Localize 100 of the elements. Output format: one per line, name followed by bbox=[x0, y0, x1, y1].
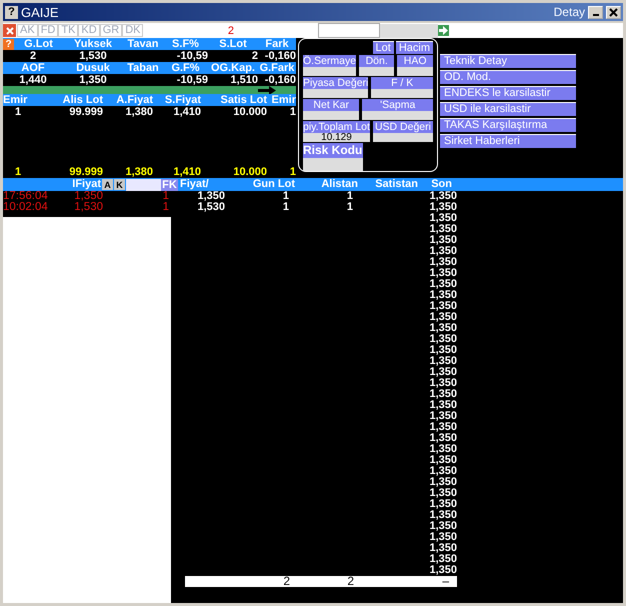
menu-item[interactable]: ENDEKS le karsilastir bbox=[440, 86, 576, 100]
help-icon[interactable]: ? bbox=[3, 39, 14, 50]
column-header: Alistan bbox=[320, 178, 358, 191]
menu-item[interactable]: Sirket Haberleri bbox=[440, 134, 576, 148]
total-cell: 1 bbox=[14, 166, 22, 178]
field-label: F / K bbox=[371, 77, 433, 89]
last-price-cell: 1,350 bbox=[429, 532, 457, 543]
time-cell-text: 17:56:04 bbox=[3, 191, 49, 202]
filter-button[interactable]: K bbox=[114, 179, 125, 190]
last-price-cell: 1,350 bbox=[429, 257, 457, 268]
input-field[interactable] bbox=[126, 178, 161, 190]
go-button[interactable] bbox=[438, 25, 450, 36]
last-price-cell: 1,350 bbox=[429, 268, 457, 279]
column-header: Fark bbox=[265, 38, 289, 50]
last-price-cell: 1,350 bbox=[429, 235, 457, 246]
field-label: HAO bbox=[397, 55, 433, 67]
total-cell: 1,380 bbox=[125, 166, 153, 178]
table-cell: 1,530 bbox=[197, 201, 225, 213]
toggle-button[interactable]: Hacim bbox=[396, 41, 433, 54]
column-header: Tavan bbox=[128, 38, 158, 50]
last-price-cell: 1,350 bbox=[429, 290, 457, 301]
last-price-cell: 1,350 bbox=[429, 543, 457, 554]
minimize-button[interactable] bbox=[588, 6, 603, 18]
close-button[interactable] bbox=[606, 6, 621, 18]
time-cell-text: 10:02:04 bbox=[3, 202, 49, 213]
column-header: S.F% bbox=[172, 38, 199, 50]
column-header: Taban bbox=[127, 62, 159, 74]
quote-value: 1,350 bbox=[79, 74, 107, 86]
column-header: G.Fark bbox=[260, 62, 294, 74]
last-price-cell: 1,350 bbox=[429, 554, 457, 565]
table-cell: 10.000 bbox=[233, 106, 267, 118]
field-label: Piyasa Değeri bbox=[303, 77, 368, 89]
last-price-cell: 1,350 bbox=[429, 246, 457, 257]
field-label: 'Sapma bbox=[362, 99, 433, 111]
total-cell: 99.999 bbox=[69, 166, 103, 178]
column-header: G.Lot bbox=[24, 38, 53, 50]
last-price-cell: 1,350 bbox=[429, 444, 457, 455]
last-price-cell: 1,350 bbox=[429, 367, 457, 378]
last-price-cell: 1,350 bbox=[429, 510, 457, 521]
total-cell-text: 2 bbox=[346, 576, 354, 587]
column-header: Yuksek bbox=[74, 38, 112, 50]
column-header: Emir bbox=[270, 94, 296, 106]
column-header: G.F% bbox=[171, 62, 200, 74]
lot-cell-text: 1 bbox=[162, 202, 169, 213]
field-label: Net Kar bbox=[303, 99, 360, 111]
last-price-cell: 1,350 bbox=[429, 202, 457, 213]
last-price-cell: 1,350 bbox=[429, 213, 457, 224]
help-icon[interactable]: ? bbox=[5, 6, 18, 18]
menu-item[interactable]: TAKAS Karşılaştırma bbox=[440, 118, 576, 132]
quote-value: -10,59 bbox=[176, 74, 208, 86]
quote-value: -0,160 bbox=[264, 50, 296, 62]
last-price-cell: 1,350 bbox=[429, 433, 457, 444]
close-icon bbox=[6, 26, 14, 34]
menu-item[interactable]: Teknik Detay bbox=[440, 54, 576, 68]
field-label: Ö.Sermaye bbox=[303, 55, 356, 67]
menu-item[interactable]: USD ile karsilastir bbox=[440, 102, 576, 116]
last-price-cell: 1,350 bbox=[429, 411, 457, 422]
column-header: Fiyat/ bbox=[179, 178, 210, 191]
column-header: OG.Kap. bbox=[210, 62, 255, 74]
quote-value: -0,160 bbox=[264, 74, 296, 86]
column-header: Alis Lot bbox=[62, 94, 103, 106]
value-field bbox=[371, 89, 433, 98]
last-price-cell: 1,350 bbox=[429, 224, 457, 235]
last-price-cell: 1,350 bbox=[429, 466, 457, 477]
column-header: Gun Lot bbox=[252, 178, 295, 191]
total-cell: 1 bbox=[290, 166, 296, 178]
table-cell: 1 bbox=[282, 190, 289, 202]
column-header: Dusuk bbox=[76, 62, 110, 74]
filter-button[interactable]: FK bbox=[161, 178, 178, 190]
last-price-cell: 1,350 bbox=[429, 565, 457, 576]
column-header: A.Fiyat bbox=[115, 94, 153, 106]
table-cell: 99.999 bbox=[69, 106, 103, 118]
menu-item[interactable]: OD. Mod. bbox=[440, 70, 576, 84]
count-field[interactable]: 2 bbox=[143, 24, 318, 36]
last-price-cell: 1,350 bbox=[429, 422, 457, 433]
value-field bbox=[359, 67, 394, 76]
last-price-cell: 1,350 bbox=[429, 521, 457, 532]
toggle-button[interactable]: Lot bbox=[372, 41, 394, 54]
last-price-cell: 1,350 bbox=[429, 191, 457, 202]
table-cell: 1 bbox=[346, 190, 353, 202]
filter-button[interactable]: A bbox=[102, 179, 113, 190]
input-field[interactable] bbox=[380, 24, 438, 38]
column-header: Son bbox=[430, 178, 452, 191]
table-cell: 1 bbox=[290, 106, 296, 118]
column-header: Satistan bbox=[374, 178, 418, 191]
table-cell: 1,380 bbox=[125, 106, 153, 118]
arrow-icon bbox=[439, 26, 448, 35]
column-header: AOF bbox=[21, 62, 45, 74]
search-field[interactable] bbox=[318, 23, 380, 38]
total-cell: 10.000 bbox=[233, 166, 267, 178]
total-cell-text: 2 bbox=[282, 576, 290, 587]
table-cell: 1 bbox=[282, 201, 289, 213]
last-price-cell: 1,350 bbox=[429, 455, 457, 466]
last-price-cell: 1,350 bbox=[429, 323, 457, 334]
table-cell: 1 bbox=[14, 106, 22, 118]
total-cell-text: – bbox=[442, 576, 449, 587]
value-field bbox=[303, 67, 356, 76]
value-field bbox=[303, 111, 360, 120]
field-label: Risk Kodu bbox=[303, 143, 363, 158]
value-field bbox=[303, 158, 363, 171]
